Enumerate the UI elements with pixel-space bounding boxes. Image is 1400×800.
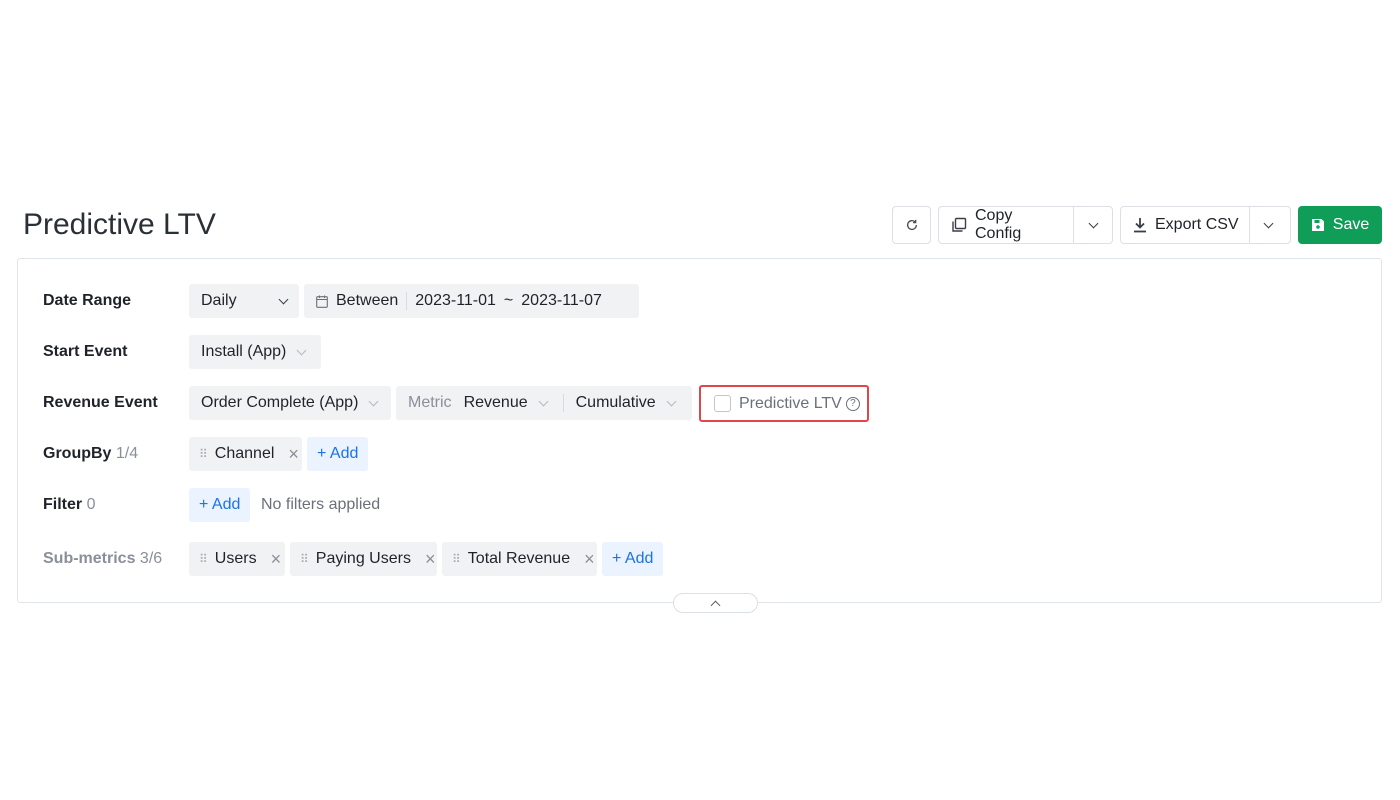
groupby-count: 1/4 xyxy=(115,445,139,462)
chevron-down-icon xyxy=(1263,218,1274,228)
filter-label: Filter 0 xyxy=(43,488,95,522)
filter-title: Filter xyxy=(43,496,83,513)
divider xyxy=(562,394,564,412)
copy-config-label: Copy Config xyxy=(975,207,1022,242)
report-config-panel: Date Range Daily Between 2023-11-01 ~ 20… xyxy=(17,258,1382,613)
revenue-event-select[interactable]: Order Complete (App) xyxy=(189,386,391,420)
revenue-event-label: Revenue Event xyxy=(43,394,158,411)
chevron-down-icon xyxy=(1088,218,1098,228)
export-csv-split-button: Export CSV xyxy=(1120,206,1291,244)
chevron-down-icon xyxy=(278,294,289,304)
drag-handle-icon[interactable]: ⠿ xyxy=(199,553,208,565)
date-range-picker[interactable]: Between 2023-11-01 ~ 2023-11-07 xyxy=(304,284,639,318)
sub-metric-label: Paying Users xyxy=(315,550,411,567)
start-event-label: Start Event xyxy=(43,343,128,360)
drag-handle-icon[interactable]: ⠿ xyxy=(452,553,461,565)
predictive-ltv-label: Predictive LTV xyxy=(739,394,842,412)
drag-handle-icon[interactable]: ⠿ xyxy=(199,448,208,460)
chevron-up-icon xyxy=(710,600,721,610)
sub-metric-label: Total Revenue xyxy=(467,550,571,567)
collapse-panel-button[interactable] xyxy=(673,593,758,613)
sub-metrics-label: Sub-metrics 3/6 xyxy=(43,542,162,576)
granularity-select[interactable]: Daily xyxy=(189,284,299,318)
groupby-label: GroupBy 1/4 xyxy=(43,437,138,471)
save-button[interactable]: Save xyxy=(1298,206,1382,244)
chevron-down-icon xyxy=(368,396,379,406)
sub-metrics-add-button[interactable]: + Add xyxy=(602,542,664,576)
refresh-icon xyxy=(906,219,917,231)
help-icon[interactable]: ? xyxy=(845,396,860,411)
metric-value: Revenue xyxy=(463,394,528,411)
groupby-item-label: Channel xyxy=(214,445,275,462)
chevron-down-icon xyxy=(538,396,549,406)
sub-metrics-title: Sub-metrics xyxy=(43,550,136,567)
page-title: Predictive LTV xyxy=(23,208,216,241)
close-icon[interactable]: × xyxy=(425,550,436,568)
aggregation-select[interactable]: Cumulative xyxy=(575,394,677,412)
close-icon[interactable]: × xyxy=(288,445,299,463)
start-event-value: Install (App) xyxy=(201,343,287,360)
metric-select[interactable]: Revenue xyxy=(463,394,549,412)
date-mode: Between xyxy=(336,292,399,309)
date-end: 2023-11-07 xyxy=(521,292,602,309)
metric-selector: Metric Revenue Cumulative xyxy=(396,386,692,420)
export-csv-label: Export CSV xyxy=(1155,216,1239,233)
sub-metric-label: Users xyxy=(214,550,257,567)
download-icon xyxy=(1134,218,1146,233)
close-icon[interactable]: × xyxy=(271,550,282,568)
chevron-down-icon xyxy=(666,396,677,406)
divider xyxy=(406,292,408,310)
copy-config-dropdown-button[interactable] xyxy=(1074,207,1112,243)
aggregation-value: Cumulative xyxy=(575,394,656,411)
predictive-ltv-toggle[interactable]: Predictive LTV ? xyxy=(699,385,869,422)
refresh-button[interactable] xyxy=(892,206,931,244)
filter-empty-text: No filters applied xyxy=(261,496,381,513)
predictive-ltv-checkbox[interactable] xyxy=(714,395,731,412)
date-range-label: Date Range xyxy=(43,292,132,309)
save-icon xyxy=(1311,219,1324,231)
sub-metrics-count: 3/6 xyxy=(139,550,163,567)
groupby-item[interactable]: ⠿ Channel × xyxy=(189,437,302,471)
save-label: Save xyxy=(1332,216,1370,233)
copy-config-split-button: Copy Config xyxy=(938,206,1113,244)
drag-handle-icon[interactable]: ⠿ xyxy=(300,553,309,565)
calendar-icon xyxy=(316,295,328,308)
metric-label: Metric xyxy=(408,394,452,411)
chevron-down-icon xyxy=(296,345,307,355)
groupby-title: GroupBy xyxy=(43,445,112,462)
revenue-event-value: Order Complete (App) xyxy=(201,394,359,411)
date-start: 2023-11-01 xyxy=(415,292,496,309)
sub-metric-item[interactable]: ⠿ Users × xyxy=(189,542,285,576)
groupby-add-button[interactable]: + Add xyxy=(307,437,369,471)
filter-count: 0 xyxy=(86,496,96,513)
filter-add-button[interactable]: + Add xyxy=(189,488,251,522)
granularity-value: Daily xyxy=(201,292,237,309)
export-csv-dropdown-button[interactable] xyxy=(1250,207,1288,243)
start-event-select[interactable]: Install (App) xyxy=(189,335,321,369)
export-csv-button[interactable]: Export CSV xyxy=(1121,207,1250,243)
date-separator: ~ xyxy=(503,292,514,309)
sub-metric-item[interactable]: ⠿ Paying Users × xyxy=(290,542,437,576)
copy-icon xyxy=(952,217,967,232)
sub-metric-item[interactable]: ⠿ Total Revenue × xyxy=(442,542,597,576)
close-icon[interactable]: × xyxy=(584,550,595,568)
copy-config-button[interactable]: Copy Config xyxy=(939,207,1075,243)
